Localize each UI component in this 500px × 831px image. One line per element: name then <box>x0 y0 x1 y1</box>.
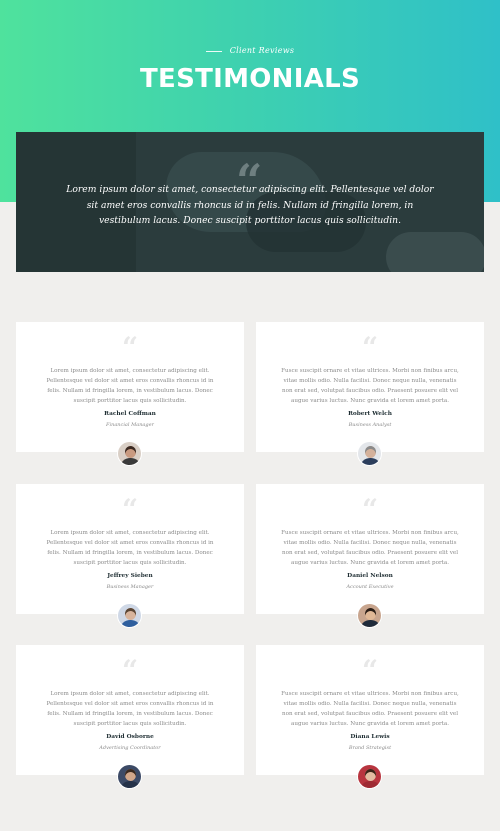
testimonial-role: Account Executive <box>346 584 394 590</box>
testimonial-role: Financial Manager <box>106 422 154 428</box>
testimonial-name: Diana Lewis <box>350 734 390 740</box>
testimonial-role: Business Analyst <box>348 422 392 428</box>
featured-testimonial: “ Lorem ipsum dolor sit amet, consectetu… <box>16 132 484 272</box>
quote-icon: “ <box>121 493 139 526</box>
avatar-head <box>365 769 376 781</box>
eyebrow-divider <box>205 50 222 52</box>
eyebrow-label: Client Reviews <box>229 46 295 55</box>
avatar-shoulders <box>120 620 141 627</box>
quote-icon: “ <box>361 493 379 526</box>
testimonial-role: Advertising Coordinator <box>99 745 161 751</box>
testimonial-text: Fusce suscipit ornare et vitae ultrices.… <box>281 530 459 566</box>
avatar-head <box>125 769 136 781</box>
avatar-shoulders <box>360 781 381 788</box>
testimonial-card: “ Lorem ipsum dolor sit amet, consectetur… <box>16 322 244 466</box>
testimonial-text: Fusce suscipit ornare et vitae ultrices.… <box>281 691 459 727</box>
avatar <box>117 603 142 628</box>
quote-icon: “ <box>361 331 379 364</box>
avatar-head <box>125 446 136 458</box>
avatar-head <box>365 608 376 620</box>
quote-icon: “ <box>121 331 139 364</box>
avatar-shoulders <box>120 781 141 788</box>
testimonial-card: “ Fusce suscipit ornare et vitae ultrices… <box>256 645 484 789</box>
testimonial-name: Rachel Coffman <box>104 411 156 417</box>
testimonial-name: Robert Welch <box>348 411 392 417</box>
background-photo-pen <box>386 232 484 272</box>
quote-icon: “ <box>121 654 139 687</box>
avatar-shoulders <box>360 620 381 627</box>
quote-icon: “ <box>361 654 379 687</box>
avatar-shoulders <box>120 458 141 465</box>
testimonial-role: Brand Strategist <box>348 745 392 751</box>
testimonial-text: Lorem ipsum dolor sit amet, consectetur … <box>46 691 214 727</box>
avatar-head <box>365 446 376 458</box>
avatar <box>117 764 142 789</box>
avatar-head <box>125 608 136 620</box>
featured-quote: Lorem ipsum dolor sit amet, consectetur … <box>66 184 434 226</box>
avatar <box>357 764 382 789</box>
avatar <box>357 603 382 628</box>
testimonial-card: “ Fusce suscipit ornare et vitae ultrices… <box>256 322 484 466</box>
testimonial-text: Lorem ipsum dolor sit amet, consectetur … <box>46 368 214 404</box>
page-title: TESTIMONIALS <box>139 64 361 94</box>
eyebrow-row: Client Reviews <box>0 46 500 55</box>
avatar-shoulders <box>360 458 381 465</box>
testimonial-name: Jeffrey Sieben <box>107 573 153 579</box>
testimonial-text: Lorem ipsum dolor sit amet, consectetur … <box>46 530 214 566</box>
testimonial-card: “ Fusce suscipit ornare et vitae ultrices… <box>256 484 484 628</box>
avatar <box>117 441 142 466</box>
avatar <box>357 441 382 466</box>
testimonial-role: Business Manager <box>106 584 154 590</box>
testimonial-name: David Osborne <box>106 734 154 740</box>
testimonial-name: Daniel Nelson <box>347 573 393 579</box>
testimonial-card: “ Lorem ipsum dolor sit amet, consectetur… <box>16 645 244 789</box>
testimonial-card: “ Lorem ipsum dolor sit amet, consectetur… <box>16 484 244 628</box>
testimonial-text: Fusce suscipit ornare et vitae ultrices.… <box>281 368 459 404</box>
